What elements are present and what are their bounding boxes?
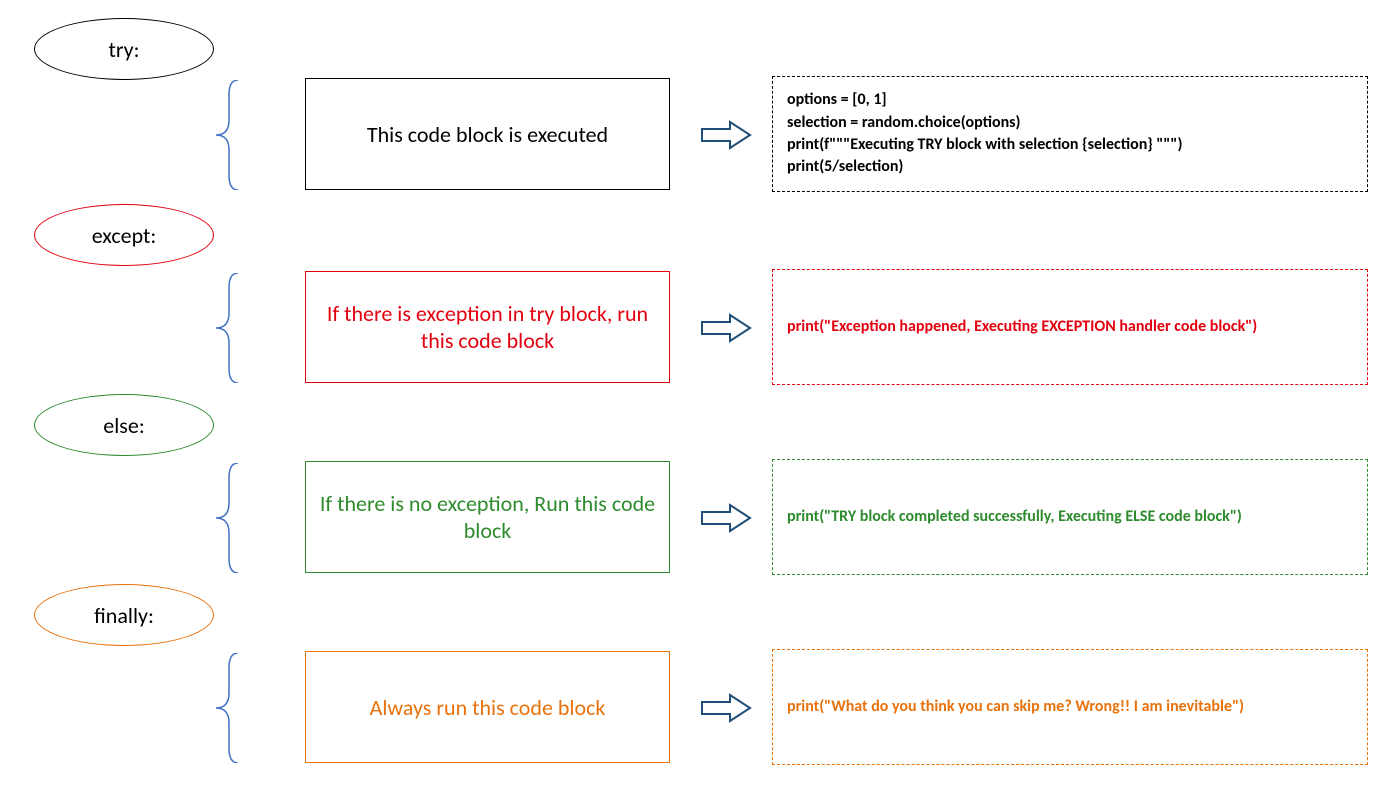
finally-code-box: print("What do you think you can skip me… <box>772 649 1368 765</box>
except-description-text: If there is exception in try block, run … <box>316 300 659 354</box>
except-description-box: If there is exception in try block, run … <box>305 271 670 383</box>
else-keyword-label: else: <box>103 412 144 439</box>
except-code-line: print("Exception happened, Executing EXC… <box>787 316 1353 338</box>
else-keyword-ellipse: else: <box>34 394 214 456</box>
try-code-line-2: selection = random.choice(options) <box>787 112 1353 134</box>
try-description-text: This code block is executed <box>367 121 608 148</box>
except-keyword-label: except: <box>92 222 157 249</box>
try-code-line-3: print(f"""Executing TRY block with selec… <box>787 134 1353 156</box>
except-arrow-icon <box>700 313 752 343</box>
else-bracket-icon <box>212 463 242 573</box>
finally-bracket-icon <box>212 653 242 763</box>
try-keyword-ellipse: try: <box>34 18 214 80</box>
finally-code-line: print("What do you think you can skip me… <box>787 696 1353 718</box>
try-bracket-icon <box>212 80 242 190</box>
finally-description-text: Always run this code block <box>370 694 606 721</box>
except-keyword-ellipse: except: <box>34 204 214 266</box>
else-code-box: print("TRY block completed successfully,… <box>772 459 1368 575</box>
finally-keyword-ellipse: finally: <box>34 584 214 646</box>
try-code-line-1: options = [0, 1] <box>787 89 1353 111</box>
try-code-line-4: print(5/selection) <box>787 156 1353 178</box>
finally-description-box: Always run this code block <box>305 651 670 763</box>
try-arrow-icon <box>700 120 752 150</box>
else-description-text: If there is no exception, Run this code … <box>316 490 659 544</box>
else-arrow-icon <box>700 503 752 533</box>
else-code-line: print("TRY block completed successfully,… <box>787 506 1353 528</box>
try-description-box: This code block is executed <box>305 78 670 190</box>
finally-arrow-icon <box>700 693 752 723</box>
try-code-box: options = [0, 1] selection = random.choi… <box>772 76 1368 192</box>
finally-keyword-label: finally: <box>94 602 154 629</box>
except-code-box: print("Exception happened, Executing EXC… <box>772 269 1368 385</box>
except-bracket-icon <box>212 273 242 383</box>
try-keyword-label: try: <box>109 36 140 63</box>
else-description-box: If there is no exception, Run this code … <box>305 461 670 573</box>
